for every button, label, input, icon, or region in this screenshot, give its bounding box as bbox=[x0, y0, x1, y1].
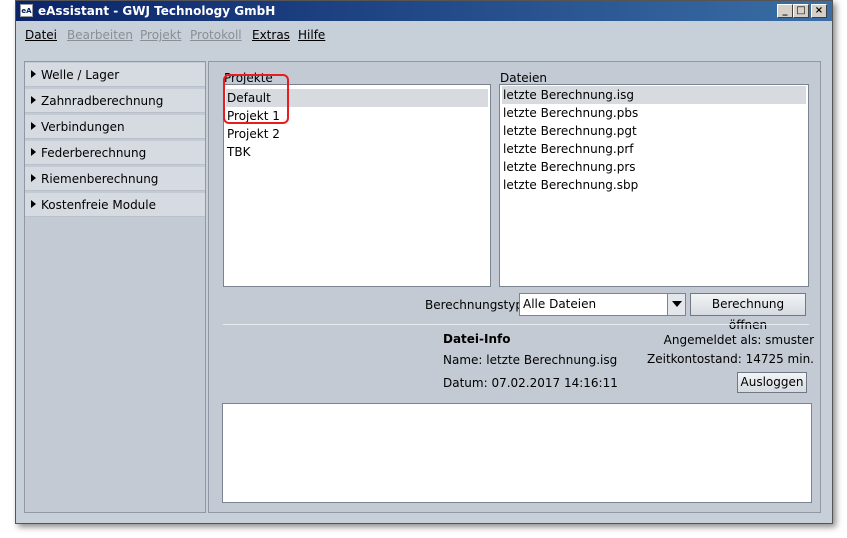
project-item-tbk[interactable]: TBK bbox=[226, 143, 488, 161]
menu-bearbeiten[interactable]: Bearbeiten bbox=[67, 28, 133, 42]
file-item[interactable]: letzte Berechnung.pgt bbox=[502, 122, 806, 140]
expand-arrow-icon bbox=[31, 96, 36, 104]
logged-in-user: Angemeldet als: smuster bbox=[663, 333, 814, 347]
divider bbox=[223, 324, 809, 325]
output-area[interactable] bbox=[222, 403, 812, 503]
maximize-button[interactable]: □ bbox=[793, 4, 809, 18]
expand-arrow-icon bbox=[31, 148, 36, 156]
sidebar-item-label: Kostenfreie Module bbox=[41, 198, 157, 212]
logout-button[interactable]: Ausloggen bbox=[737, 372, 807, 393]
sidebar-item-zahnradberechnung[interactable]: Zahnradberechnung bbox=[25, 89, 205, 113]
project-item-projekt-2[interactable]: Projekt 2 bbox=[226, 125, 488, 143]
app-icon: eA bbox=[20, 4, 33, 17]
open-calculation-button[interactable]: Berechnung öffnen bbox=[690, 293, 806, 332]
sidebar-item-verbindungen[interactable]: Verbindungen bbox=[25, 115, 205, 139]
file-item[interactable]: letzte Berechnung.sbp bbox=[502, 176, 806, 194]
file-info-date: Datum: 07.02.2017 14:16:11 bbox=[443, 376, 618, 390]
close-button[interactable]: × bbox=[811, 4, 827, 18]
calc-type-value: Alle Dateien bbox=[523, 297, 597, 311]
expand-arrow-icon bbox=[31, 174, 36, 182]
highlight-annotation bbox=[223, 74, 289, 124]
calc-type-label: Berechnungstyp bbox=[425, 298, 523, 312]
file-item[interactable]: letzte Berechnung.isg bbox=[502, 86, 806, 104]
sidebar-item-label: Zahnradberechnung bbox=[41, 94, 164, 108]
expand-arrow-icon bbox=[31, 122, 36, 130]
app-window: eA eAssistant - GWJ Technology GmbH _ □ … bbox=[15, 0, 833, 524]
window-title: eAssistant - GWJ Technology GmbH bbox=[38, 4, 276, 18]
menu-datei[interactable]: Datei bbox=[25, 28, 57, 42]
file-info-name: Name: letzte Berechnung.isg bbox=[443, 353, 618, 367]
sidebar-item-label: Federberechnung bbox=[41, 146, 147, 160]
file-info-title: Datei-Info bbox=[443, 332, 511, 346]
file-item[interactable]: letzte Berechnung.prf bbox=[502, 140, 806, 158]
file-item[interactable]: letzte Berechnung.prs bbox=[502, 158, 806, 176]
files-label: Dateien bbox=[500, 71, 548, 85]
sidebar-item-kostenfreie-module[interactable]: Kostenfreie Module bbox=[25, 193, 205, 217]
sidebar-item-federberechnung[interactable]: Federberechnung bbox=[25, 141, 205, 165]
menu-protokoll[interactable]: Protokoll bbox=[190, 28, 242, 42]
chevron-down-icon[interactable] bbox=[667, 294, 685, 315]
sidebar-item-label: Verbindungen bbox=[41, 120, 125, 134]
title-bar[interactable]: eA eAssistant - GWJ Technology GmbH _ □ … bbox=[16, 1, 832, 21]
time-account-balance: Zeitkontostand: 14725 min. bbox=[647, 352, 814, 366]
expand-arrow-icon bbox=[31, 200, 36, 208]
expand-arrow-icon bbox=[31, 70, 36, 78]
sidebar-item-label: Welle / Lager bbox=[41, 68, 120, 82]
sidebar-item-welle-lager[interactable]: Welle / Lager bbox=[25, 63, 205, 87]
calc-type-select[interactable]: Alle Dateien bbox=[519, 293, 686, 316]
files-list[interactable]: letzte Berechnung.isg letzte Berechnung.… bbox=[499, 84, 809, 287]
sidebar-item-label: Riemenberechnung bbox=[41, 172, 159, 186]
module-sidebar: Welle / Lager Zahnradberechnung Verbindu… bbox=[24, 61, 206, 513]
sidebar-item-riemenberechnung[interactable]: Riemenberechnung bbox=[25, 167, 205, 191]
menu-hilfe[interactable]: Hilfe bbox=[298, 28, 325, 42]
main-panel: Projekte Default Projekt 1 Projekt 2 TBK… bbox=[208, 61, 821, 513]
file-item[interactable]: letzte Berechnung.pbs bbox=[502, 104, 806, 122]
menu-bar: Datei Bearbeiten Projekt Protokoll Extra… bbox=[16, 22, 832, 44]
minimize-button[interactable]: _ bbox=[777, 4, 793, 18]
menu-extras[interactable]: Extras bbox=[252, 28, 290, 42]
menu-projekt[interactable]: Projekt bbox=[140, 28, 181, 42]
